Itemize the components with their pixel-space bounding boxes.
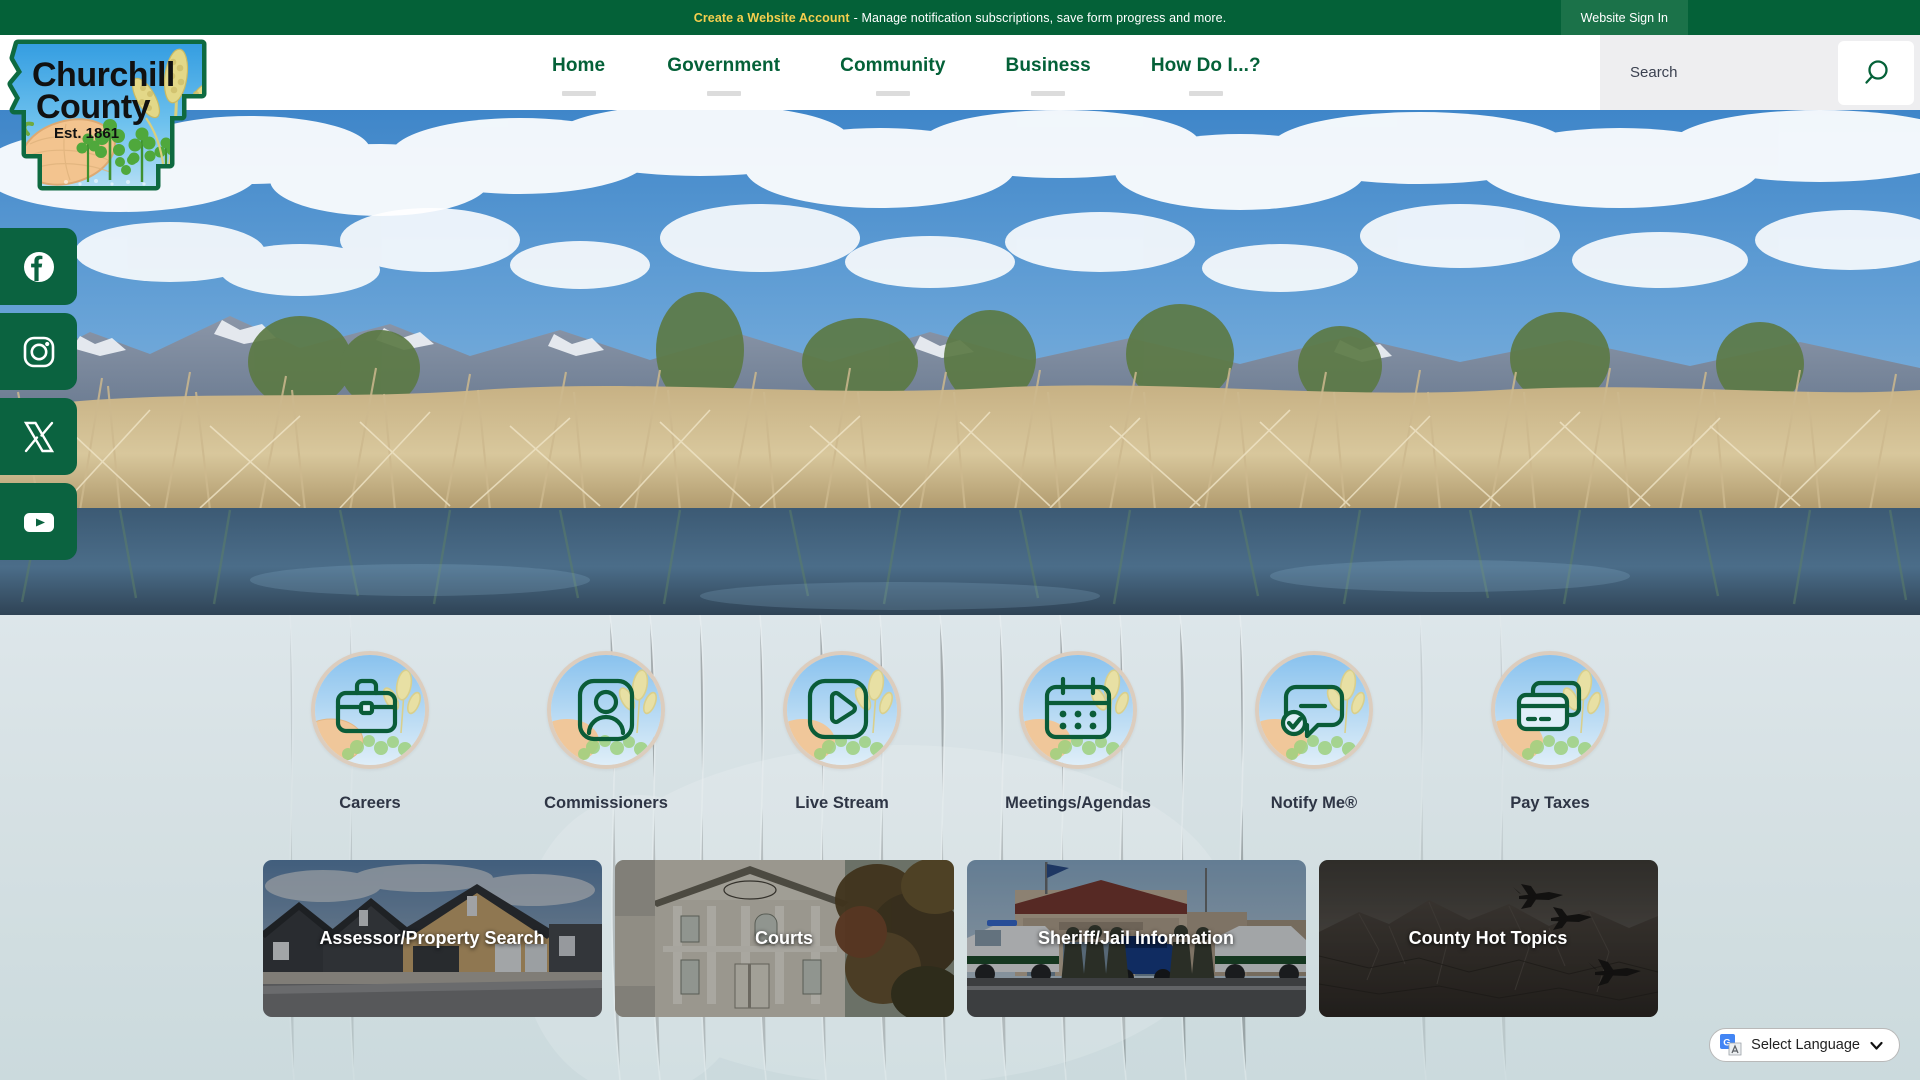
nav-underline: [1188, 91, 1223, 96]
nav-underline: [875, 91, 910, 96]
website-signin-button[interactable]: Website Sign In: [1560, 0, 1688, 35]
quick-link-careers[interactable]: Careers: [292, 651, 448, 813]
card-sheriff-jail-information[interactable]: Sheriff/Jail Information: [966, 860, 1306, 1017]
search-bar: [1600, 35, 1920, 110]
utility-bar: Create a Website Account - Manage notifi…: [0, 0, 1920, 35]
logo-established: Est. 1861: [54, 125, 119, 142]
language-selector[interactable]: G Select Language: [1709, 1028, 1900, 1062]
google-translate-icon: G: [1720, 1034, 1742, 1056]
credit-card-icon: [1495, 655, 1605, 765]
quick-link-label: Live Stream: [795, 794, 889, 812]
quick-link-label: Commissioners: [544, 794, 668, 812]
youtube-icon: [23, 512, 54, 532]
chat-check-icon: [1259, 655, 1369, 765]
quick-link-commissioners[interactable]: Commissioners: [528, 651, 684, 813]
card-label: Courts: [755, 928, 813, 948]
briefcase-icon: [315, 655, 425, 765]
nav-item-government[interactable]: Government: [637, 35, 810, 110]
quick-link-icon-circle: [547, 651, 665, 769]
play-icon: [787, 655, 897, 765]
social-link-x-twitter[interactable]: [0, 398, 77, 475]
card-county-hot-topics[interactable]: County Hot Topics: [1318, 860, 1658, 1017]
quick-link-icon-circle: [311, 651, 429, 769]
language-selector-label: Select Language: [1751, 1037, 1860, 1053]
website-signin-label: Website Sign In: [1580, 10, 1668, 25]
search-input[interactable]: [1600, 35, 1838, 110]
nav-item-community[interactable]: Community: [810, 35, 975, 110]
main-navigation: Home Government Community Business How D…: [520, 35, 1291, 110]
page-root: Careers Commissioners Live Stream Meetin…: [0, 0, 1920, 1080]
nav-item-label: Home: [552, 55, 606, 76]
quick-link-icon-circle: [1255, 651, 1373, 769]
card-label: County Hot Topics: [1408, 928, 1568, 948]
nav-item-label: Government: [667, 55, 781, 76]
nav-item-home[interactable]: Home: [520, 35, 637, 110]
search-icon: [1865, 59, 1888, 84]
nav-underline: [561, 91, 596, 96]
social-link-youtube[interactable]: [0, 483, 77, 560]
account-message-text: - Manage notification subscriptions, sav…: [853, 10, 1227, 25]
instagram-icon: [23, 336, 54, 367]
hero-banner: [0, 110, 1920, 615]
social-link-facebook[interactable]: [0, 228, 77, 305]
chevron-down-icon: [1870, 1041, 1883, 1050]
quick-link-label: Notify Me®: [1270, 794, 1358, 812]
social-link-instagram[interactable]: [0, 313, 77, 390]
nav-item-label: How Do I...?: [1150, 55, 1261, 76]
quick-link-label: Pay Taxes: [1510, 794, 1590, 812]
quick-link-notify-me[interactable]: Notify Me®: [1236, 651, 1392, 813]
nav-underline: [706, 91, 741, 96]
person-badge-icon: [551, 655, 661, 765]
search-button[interactable]: [1838, 40, 1914, 105]
nav-underline: [1031, 91, 1066, 96]
quick-link-live-stream[interactable]: Live Stream: [764, 651, 920, 813]
x-twitter-icon: [23, 421, 54, 452]
hero-image: [0, 110, 1920, 615]
card-assessor-property-search[interactable]: Assessor/Property Search: [262, 860, 602, 1017]
quick-link-icon-circle: [1491, 651, 1609, 769]
nav-item-label: Business: [1005, 55, 1091, 76]
quick-link-meetings-agendas[interactable]: Meetings/Agendas: [1000, 651, 1156, 813]
feature-cards-row: Assessor/Property Search Courts Sheriff/…: [0, 860, 1920, 1017]
create-account-link[interactable]: Create a Website Account: [694, 11, 850, 25]
social-media-rail: [0, 228, 77, 560]
facebook-icon: [23, 251, 54, 282]
nav-item-business[interactable]: Business: [976, 35, 1121, 110]
churchill-county-seal-icon: Churchill County Est. 1861: [7, 39, 207, 191]
quick-link-label: Careers: [339, 794, 401, 812]
quick-link-icon-circle: [1019, 651, 1137, 769]
site-logo[interactable]: Churchill County Est. 1861: [6, 36, 228, 198]
quick-links-row: Careers Commissioners Live Stream Meetin…: [0, 651, 1920, 813]
nav-item-how-do-i[interactable]: How Do I...?: [1121, 35, 1291, 110]
quick-link-label: Meetings/Agendas: [1005, 794, 1151, 812]
quick-link-pay-taxes[interactable]: Pay Taxes: [1472, 651, 1628, 813]
card-label: Sheriff/Jail Information: [1037, 928, 1235, 948]
quick-link-icon-circle: [783, 651, 901, 769]
nav-item-label: Community: [840, 55, 946, 76]
card-courts[interactable]: Courts: [614, 860, 954, 1017]
card-label: Assessor/Property Search: [319, 928, 545, 948]
calendar-icon: [1023, 655, 1133, 765]
logo-line2: County: [36, 88, 151, 126]
